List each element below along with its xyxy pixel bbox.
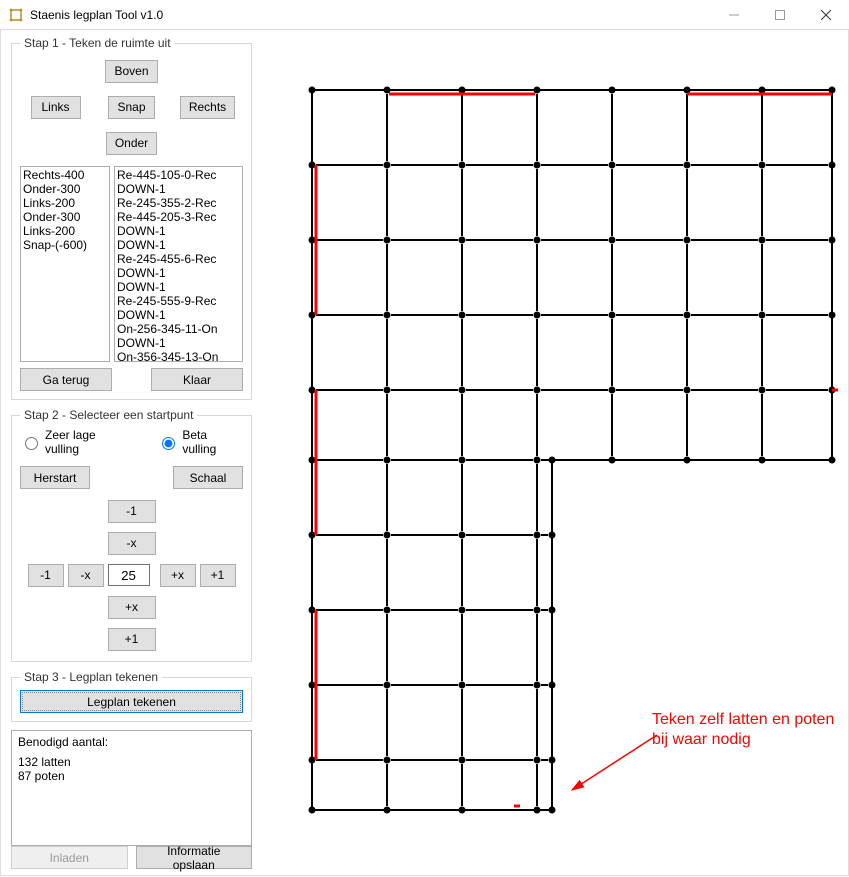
plus1-bot-button[interactable]: +1: [108, 628, 156, 651]
list-item[interactable]: Rechts-400: [23, 168, 107, 182]
maximize-button[interactable]: [757, 0, 803, 29]
plus1-right-button[interactable]: +1: [200, 564, 236, 587]
list-item[interactable]: Re-445-205-3-Rec: [117, 210, 240, 224]
plusx-right-button[interactable]: +x: [160, 564, 196, 587]
minusx-left-button[interactable]: -x: [68, 564, 104, 587]
step3-group: Stap 3 - Legplan tekenen Legplan tekenen: [11, 670, 252, 722]
output-line2: 87 poten: [18, 769, 245, 783]
list-item[interactable]: DOWN-1: [117, 308, 240, 322]
minus1-top-button[interactable]: -1: [108, 500, 156, 523]
beta-radio[interactable]: Beta vulling: [157, 428, 243, 456]
step2-legend: Stap 2 - Selecteer een startpunt: [20, 408, 197, 422]
list-item[interactable]: Re-245-355-2-Rec: [117, 196, 240, 210]
titlebar: Staenis legplan Tool v1.0: [0, 0, 849, 30]
list-item[interactable]: Re-245-555-9-Rec: [117, 294, 240, 308]
step1-group: Stap 1 - Teken de ruimte uit Boven Links…: [11, 36, 252, 400]
minimize-button[interactable]: [711, 0, 757, 29]
close-button[interactable]: [803, 0, 849, 29]
boven-button[interactable]: Boven: [105, 60, 157, 83]
list-item[interactable]: DOWN-1: [117, 182, 240, 196]
inladen-button: Inladen: [11, 846, 128, 869]
list-item[interactable]: Links-200: [23, 196, 107, 210]
output-textbox[interactable]: Benodigd aantal: 132 latten 87 poten: [11, 730, 252, 846]
segments-listbox[interactable]: Re-445-105-0-RecDOWN-1Re-245-355-2-RecRe…: [114, 166, 243, 362]
list-item[interactable]: On-356-345-13-On: [117, 350, 240, 362]
klaar-button[interactable]: Klaar: [151, 368, 243, 391]
step1-legend: Stap 1 - Teken de ruimte uit: [20, 36, 175, 50]
onder-button[interactable]: Onder: [106, 132, 157, 155]
minus1-left-button[interactable]: -1: [28, 564, 64, 587]
informatie-opslaan-button[interactable]: Informatie opslaan: [136, 846, 253, 869]
list-item[interactable]: Re-445-105-0-Rec: [117, 168, 240, 182]
output-line1: 132 latten: [18, 755, 245, 769]
ga-terug-button[interactable]: Ga terug: [20, 368, 112, 391]
commands-listbox[interactable]: Rechts-400Onder-300Links-200Onder-300Lin…: [20, 166, 110, 362]
herstart-button[interactable]: Herstart: [20, 466, 90, 489]
step2-group: Stap 2 - Selecteer een startpunt Zeer la…: [11, 408, 252, 662]
rechts-button[interactable]: Rechts: [180, 96, 235, 119]
list-item[interactable]: On-256-345-11-On: [117, 322, 240, 336]
list-item[interactable]: Snap-(-600): [23, 238, 107, 252]
snap-button[interactable]: Snap: [108, 96, 154, 119]
zeer-lage-radio[interactable]: Zeer lage vulling: [20, 428, 131, 456]
annotation-arrow-icon: [562, 730, 682, 810]
list-item[interactable]: DOWN-1: [117, 280, 240, 294]
list-item[interactable]: DOWN-1: [117, 238, 240, 252]
list-item[interactable]: Links-200: [23, 224, 107, 238]
minusx-top-button[interactable]: -x: [108, 532, 156, 555]
output-heading: Benodigd aantal:: [18, 735, 245, 749]
window-title: Staenis legplan Tool v1.0: [30, 8, 711, 22]
app-icon: [8, 7, 24, 23]
legplan-tekenen-button[interactable]: Legplan tekenen: [20, 690, 243, 713]
list-item[interactable]: DOWN-1: [117, 224, 240, 238]
plusx-bot-button[interactable]: +x: [108, 596, 156, 619]
list-item[interactable]: Onder-300: [23, 182, 107, 196]
list-item[interactable]: DOWN-1: [117, 336, 240, 350]
step3-legend: Stap 3 - Legplan tekenen: [20, 670, 162, 684]
list-item[interactable]: DOWN-1: [117, 266, 240, 280]
value-input[interactable]: [108, 564, 150, 586]
layout-canvas[interactable]: [262, 50, 840, 877]
schaal-button[interactable]: Schaal: [173, 466, 243, 489]
list-item[interactable]: Re-245-455-6-Rec: [117, 252, 240, 266]
links-button[interactable]: Links: [31, 96, 81, 119]
list-item[interactable]: Onder-300: [23, 210, 107, 224]
